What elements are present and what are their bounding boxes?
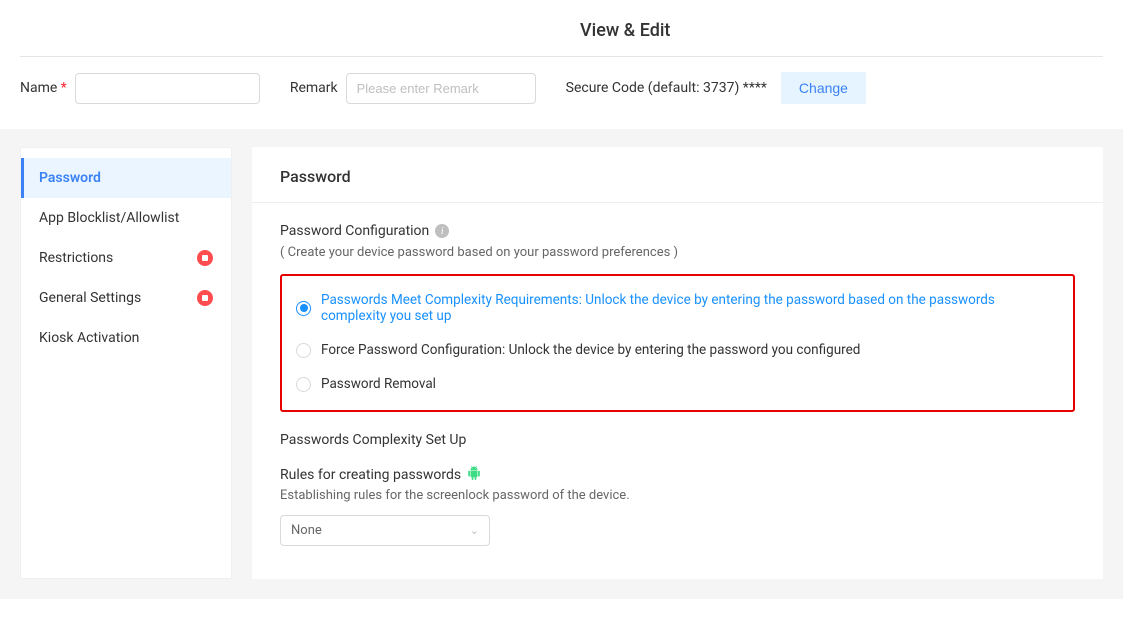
radio-label: Passwords Meet Complexity Requirements: … — [321, 292, 1059, 324]
rules-title: Rules for creating passwords — [280, 467, 461, 483]
change-button[interactable]: Change — [781, 72, 866, 104]
radio-icon — [296, 301, 311, 316]
sidebar-item-label: Kiosk Activation — [39, 330, 139, 346]
sidebar-item-label: General Settings — [39, 290, 141, 306]
info-icon[interactable]: i — [435, 224, 449, 238]
sidebar-item-general[interactable]: General Settings — [21, 278, 231, 318]
config-title: Password Configuration — [280, 223, 429, 239]
secure-code-label: Secure Code (default: 3737) **** — [566, 80, 767, 96]
general-badge-icon — [197, 290, 213, 306]
remark-label: Remark — [290, 80, 338, 96]
content-divider — [252, 202, 1103, 203]
radio-option-removal[interactable]: Password Removal — [296, 376, 1059, 392]
radio-option-force[interactable]: Force Password Configuration: Unlock the… — [296, 342, 1059, 358]
name-label: Name * — [20, 80, 67, 96]
password-options-box: Passwords Meet Complexity Requirements: … — [280, 274, 1075, 412]
config-desc: ( Create your device password based on y… — [280, 245, 1075, 260]
remark-input[interactable] — [346, 73, 536, 104]
radio-label: Password Removal — [321, 376, 436, 392]
content-heading: Password — [280, 167, 1075, 186]
page-title: View & Edit — [580, 20, 1123, 41]
rules-select[interactable]: None ⌄ — [280, 515, 490, 546]
sidebar-item-label: App Blocklist/Allowlist — [39, 210, 179, 226]
chevron-down-icon: ⌄ — [470, 524, 479, 537]
form-row: Name * Remark Secure Code (default: 3737… — [0, 57, 1123, 129]
sidebar-item-restrictions[interactable]: Restrictions — [21, 238, 231, 278]
sidebar-item-kiosk[interactable]: Kiosk Activation — [21, 318, 231, 358]
rules-desc: Establishing rules for the screenlock pa… — [280, 488, 1075, 503]
complexity-title: Passwords Complexity Set Up — [280, 432, 1075, 448]
sidebar-item-label: Restrictions — [39, 250, 113, 266]
content-panel: Password Password Configuration i ( Crea… — [252, 147, 1103, 579]
name-input[interactable] — [75, 73, 260, 104]
radio-icon — [296, 343, 311, 358]
sidebar-item-password[interactable]: Password — [21, 158, 231, 198]
radio-label: Force Password Configuration: Unlock the… — [321, 342, 860, 358]
sidebar-item-label: Password — [39, 170, 101, 186]
sidebar: Password App Blocklist/Allowlist Restric… — [20, 147, 232, 579]
select-value: None — [291, 523, 322, 538]
android-icon — [467, 466, 481, 484]
restriction-badge-icon — [197, 250, 213, 266]
radio-icon — [296, 377, 311, 392]
sidebar-item-blocklist[interactable]: App Blocklist/Allowlist — [21, 198, 231, 238]
radio-option-complexity[interactable]: Passwords Meet Complexity Requirements: … — [296, 292, 1059, 324]
